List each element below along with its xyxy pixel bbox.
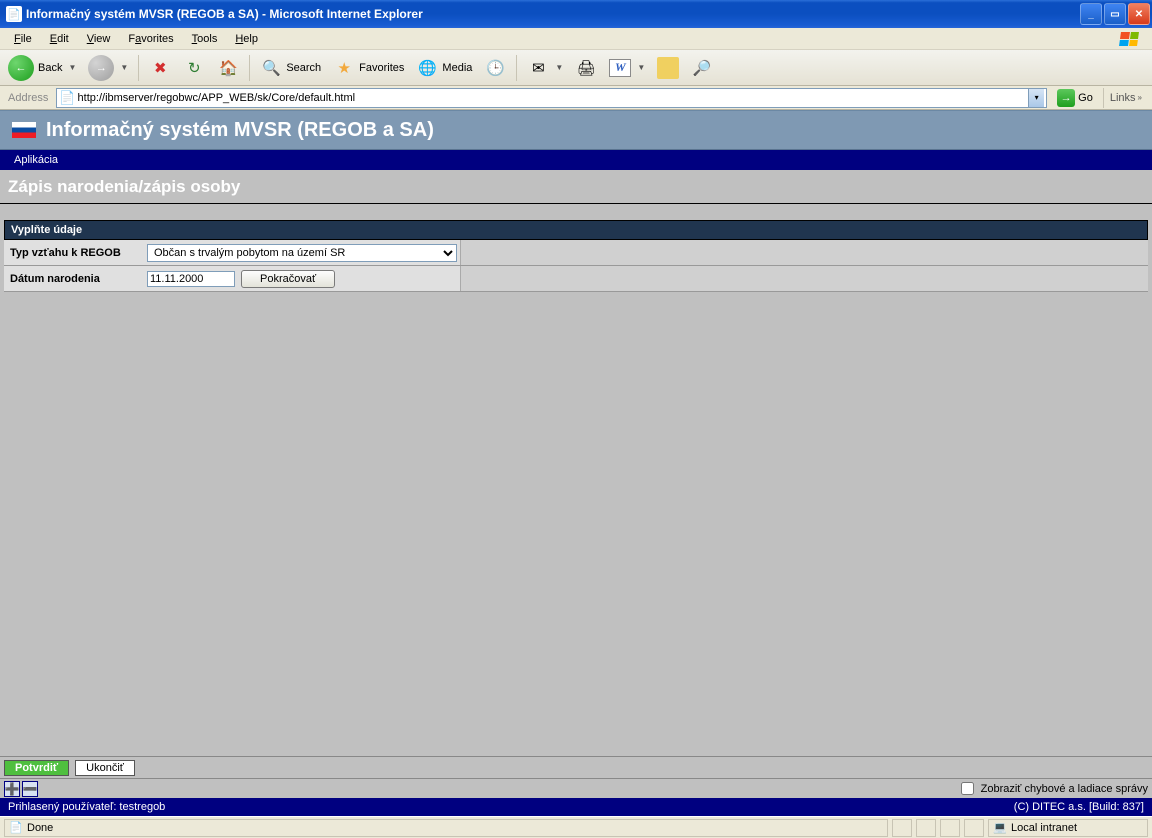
debug-checkbox-label[interactable]: Zobraziť chybové a ladiace správy	[957, 779, 1148, 798]
build-text: (C) DITEC a.s. [Build: 837]	[1014, 801, 1144, 813]
intranet-icon: 💻	[993, 821, 1007, 835]
windows-logo-icon	[1114, 28, 1144, 50]
minimize-button[interactable]: _	[1080, 3, 1102, 25]
search-icon: 🔍	[260, 57, 282, 79]
chevron-down-icon: ▼	[637, 63, 645, 72]
links-button[interactable]: Links»	[1103, 88, 1148, 108]
select-typ-vztahu[interactable]: Občan s trvalým pobytom na území SR	[147, 244, 457, 262]
control-bar: ➕ ➖ Zobraziť chybové a ladiace správy	[0, 778, 1152, 798]
label-datum-narodenia: Dátum narodenia	[4, 266, 144, 291]
ie-menubar: File Edit View Favorites Tools Help	[0, 28, 1152, 50]
status-cell-done: 📄 Done	[4, 819, 888, 837]
back-button[interactable]: ← Back ▼	[4, 54, 80, 82]
history-button[interactable]: 🕒	[480, 54, 510, 82]
chevron-down-icon: ▼	[68, 63, 76, 72]
slovak-flag-icon	[12, 122, 36, 138]
page-title-bar: Zápis narodenia/zápis osoby	[0, 170, 1152, 204]
status-login-bar: Prihlasený používateľ: testregob (C) DIT…	[0, 798, 1152, 816]
window-titlebar: 📄 Informačný systém MVSR (REGOB a SA) - …	[0, 0, 1152, 28]
back-icon: ←	[8, 55, 34, 81]
collapse-button[interactable]: ➖	[22, 781, 38, 797]
address-label: Address	[4, 92, 52, 104]
refresh-icon: ↻	[183, 57, 205, 79]
expand-button[interactable]: ➕	[4, 781, 20, 797]
status-cell-empty4	[964, 819, 984, 837]
form-row-datum-narodenia: Dátum narodenia Pokračovať	[4, 266, 1148, 292]
forward-icon: →	[88, 55, 114, 81]
page-content: Informačný systém MVSR (REGOB a SA) Apli…	[0, 110, 1152, 816]
status-cell-zone: 💻 Local intranet	[988, 819, 1148, 837]
address-dropdown-icon[interactable]: ▾	[1028, 89, 1044, 107]
page-icon: 📄	[9, 821, 23, 835]
chevron-down-icon: ▼	[120, 63, 128, 72]
history-icon: 🕒	[484, 57, 506, 79]
page-title: Zápis narodenia/zápis osoby	[8, 177, 240, 197]
address-bar: Address 📄 ▾ → Go Links»	[0, 86, 1152, 110]
forward-button[interactable]: → ▼	[84, 54, 132, 82]
form-section-header: Vyplňte údaje	[4, 220, 1148, 240]
menu-aplikacia[interactable]: Aplikácia	[8, 154, 64, 166]
go-button[interactable]: → Go	[1051, 88, 1099, 108]
menu-tools[interactable]: Tools	[184, 31, 226, 47]
address-input-wrap[interactable]: 📄 ▾	[56, 88, 1047, 108]
menu-help[interactable]: Help	[227, 31, 266, 47]
print-icon: 🖨	[575, 57, 597, 79]
window-buttons: _ ▭ ✕	[1080, 3, 1150, 25]
research-button[interactable]: 🔎	[687, 54, 717, 82]
ukoncit-button[interactable]: Ukončiť	[75, 760, 135, 776]
close-button[interactable]: ✕	[1128, 3, 1150, 25]
home-icon: 🏠	[217, 57, 239, 79]
ie-page-icon: 📄	[6, 6, 22, 22]
form-row-typ-vztahu: Typ vzťahu k REGOB Občan s trvalým pobyt…	[4, 240, 1148, 266]
status-cell-empty2	[916, 819, 936, 837]
menu-file[interactable]: File	[6, 31, 40, 47]
folder-icon	[657, 57, 679, 79]
refresh-button[interactable]: ↻	[179, 54, 209, 82]
go-icon: →	[1057, 89, 1075, 107]
menu-view[interactable]: View	[79, 31, 119, 47]
star-icon: ★	[333, 57, 355, 79]
maximize-button[interactable]: ▭	[1104, 3, 1126, 25]
status-cell-empty1	[892, 819, 912, 837]
potvrdit-button[interactable]: Potvrdiť	[4, 760, 69, 776]
print-button[interactable]: 🖨	[571, 54, 601, 82]
input-datum-narodenia[interactable]	[147, 271, 235, 287]
address-input[interactable]	[76, 90, 1029, 106]
label-typ-vztahu: Typ vzťahu k REGOB	[4, 240, 144, 265]
mail-button[interactable]: ✉▼	[523, 54, 567, 82]
window-title: Informačný systém MVSR (REGOB a SA) - Mi…	[26, 7, 423, 21]
edit-button[interactable]: W▼	[605, 54, 649, 82]
ie-toolbar: ← Back ▼ → ▼ ✖ ↻ 🏠 🔍Search ★Favorites 🌐M…	[0, 50, 1152, 86]
chevron-down-icon: ▼	[555, 63, 563, 72]
media-icon: 🌐	[416, 57, 438, 79]
ie-status-bar: 📄 Done 💻 Local intranet	[0, 816, 1152, 838]
stop-icon: ✖	[149, 57, 171, 79]
form-section: Vyplňte údaje Typ vzťahu k REGOB Občan s…	[0, 204, 1152, 296]
page-icon: 📄	[59, 90, 75, 106]
home-button[interactable]: 🏠	[213, 54, 243, 82]
word-icon: W	[609, 59, 631, 77]
media-button[interactable]: 🌐Media	[412, 54, 476, 82]
app-title: Informačný systém MVSR (REGOB a SA)	[46, 119, 434, 142]
stop-button[interactable]: ✖	[145, 54, 175, 82]
menu-edit[interactable]: Edit	[42, 31, 77, 47]
login-text: Prihlasený používateľ: testregob	[8, 801, 165, 813]
continue-button[interactable]: Pokračovať	[241, 270, 335, 288]
discuss-button[interactable]	[653, 54, 683, 82]
favorites-button[interactable]: ★Favorites	[329, 54, 408, 82]
mail-icon: ✉	[527, 57, 549, 79]
app-menubar: Aplikácia	[0, 150, 1152, 170]
menu-favorites[interactable]: Favorites	[120, 31, 181, 47]
debug-checkbox[interactable]	[961, 782, 974, 795]
search-button[interactable]: 🔍Search	[256, 54, 325, 82]
app-header: Informačný systém MVSR (REGOB a SA)	[0, 110, 1152, 150]
status-cell-empty3	[940, 819, 960, 837]
research-icon: 🔎	[691, 57, 713, 79]
bottom-button-bar: Potvrdiť Ukončiť	[0, 756, 1152, 778]
